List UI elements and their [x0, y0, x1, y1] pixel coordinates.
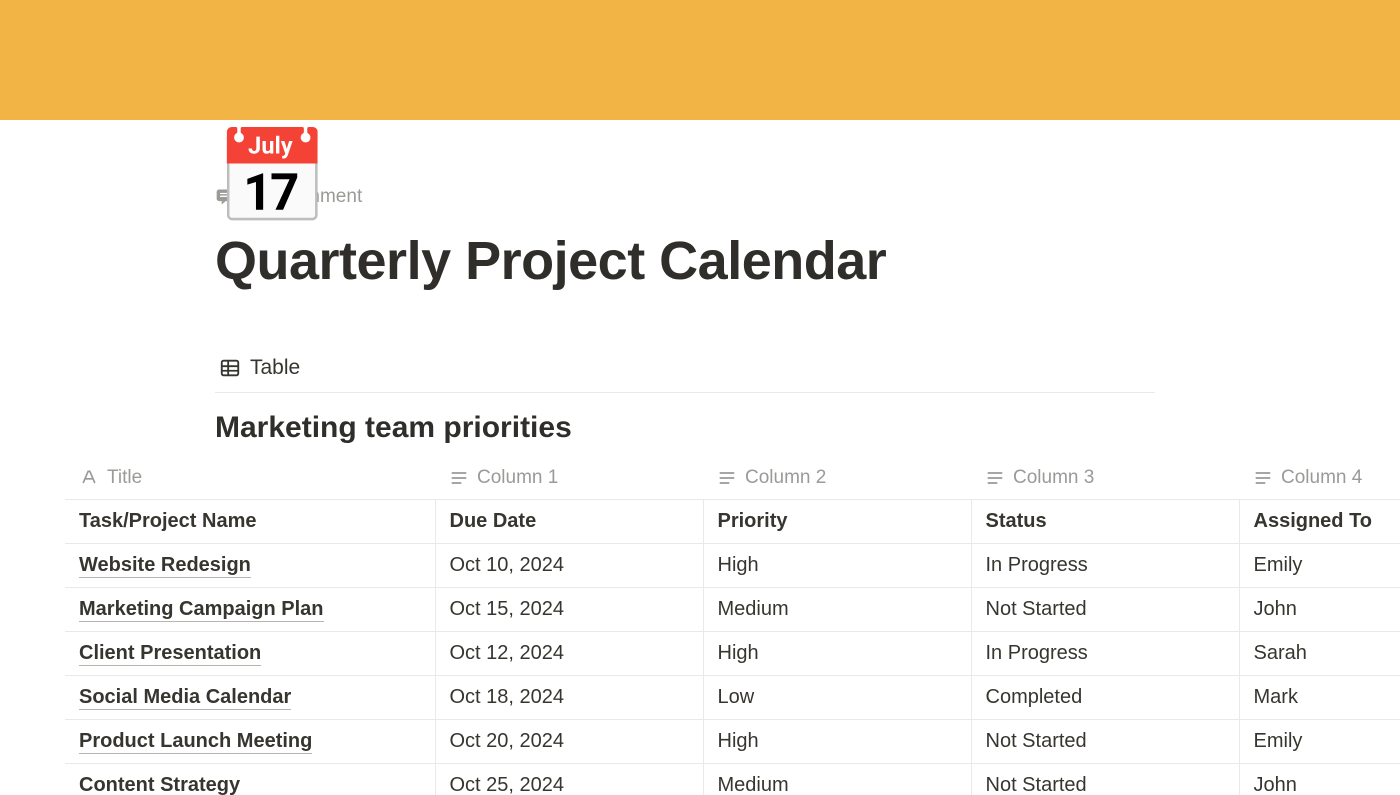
cell-title[interactable]: Marketing Campaign Plan	[65, 588, 435, 632]
cell-column-1[interactable]: Oct 10, 2024	[435, 544, 703, 588]
text-property-icon	[1253, 468, 1273, 488]
cell-column-4[interactable]: Emily	[1239, 720, 1400, 764]
database-table: Title Column 1	[65, 459, 1400, 795]
cell-column-1[interactable]: Oct 25, 2024	[435, 764, 703, 795]
cell-column-1[interactable]: Oct 18, 2024	[435, 676, 703, 720]
cell-column-2[interactable]: Medium	[703, 588, 971, 632]
column-header-4[interactable]: Column 4	[1239, 459, 1400, 500]
cell-column-3[interactable]: In Progress	[971, 632, 1239, 676]
cell-title-text: Task/Project Name	[79, 510, 257, 533]
cell-column-4[interactable]: Emily	[1239, 544, 1400, 588]
column-header-1[interactable]: Column 1	[435, 459, 703, 500]
cell-column-2[interactable]: High	[703, 720, 971, 764]
page-content: 📅 Add comment Quarterly Project Calendar…	[0, 186, 1400, 795]
table-row[interactable]: Marketing Campaign Plan Oct 15, 2024Mediu…	[65, 588, 1400, 632]
table-row[interactable]: Website Redesign Oct 10, 2024HighIn Progr…	[65, 544, 1400, 588]
cell-column-4[interactable]: John	[1239, 588, 1400, 632]
cell-column-3[interactable]: Not Started	[971, 588, 1239, 632]
table-body: Task/Project Name Due DatePriorityStatusA…	[65, 500, 1400, 795]
text-property-icon	[985, 468, 1005, 488]
cell-column-2[interactable]: Priority	[703, 500, 971, 544]
page-banner	[0, 0, 1400, 120]
cell-column-3[interactable]: Completed	[971, 676, 1239, 720]
table-row[interactable]: Social Media Calendar Oct 18, 2024LowComp…	[65, 676, 1400, 720]
cell-column-1[interactable]: Due Date	[435, 500, 703, 544]
title-property-icon	[79, 468, 99, 488]
cell-column-1[interactable]: Oct 15, 2024	[435, 588, 703, 632]
database-title[interactable]: Marketing team priorities	[215, 411, 1360, 445]
column-header-label: Title	[107, 467, 142, 489]
cell-column-3[interactable]: Not Started	[971, 764, 1239, 795]
cell-title[interactable]: Client Presentation	[65, 632, 435, 676]
column-header-row: Title Column 1	[65, 459, 1400, 500]
column-header-label: Column 4	[1281, 467, 1362, 489]
cell-title[interactable]: Product Launch Meeting	[65, 720, 435, 764]
cell-column-3[interactable]: Not Started	[971, 720, 1239, 764]
page-title[interactable]: Quarterly Project Calendar	[215, 230, 1360, 292]
column-header-label: Column 2	[745, 467, 826, 489]
cell-title-text: Social Media Calendar	[79, 686, 291, 710]
view-tab-table[interactable]: Table	[215, 354, 304, 382]
cell-title[interactable]: Task/Project Name	[65, 500, 435, 544]
view-tab-label: Table	[250, 356, 300, 380]
cell-column-2[interactable]: High	[703, 632, 971, 676]
table-icon	[219, 357, 241, 379]
column-header-3[interactable]: Column 3	[971, 459, 1239, 500]
cell-title-text: Website Redesign	[79, 554, 251, 578]
column-header-title[interactable]: Title	[65, 459, 435, 500]
page-icon[interactable]: 📅	[215, 132, 330, 224]
cell-column-3[interactable]: In Progress	[971, 544, 1239, 588]
cell-column-1[interactable]: Oct 20, 2024	[435, 720, 703, 764]
table-row[interactable]: Product Launch Meeting Oct 20, 2024HighNo…	[65, 720, 1400, 764]
cell-column-2[interactable]: Low	[703, 676, 971, 720]
cell-title-text: Client Presentation	[79, 642, 261, 666]
column-header-label: Column 3	[1013, 467, 1094, 489]
column-header-2[interactable]: Column 2	[703, 459, 971, 500]
cell-title[interactable]: Content Strategy	[65, 764, 435, 795]
cell-title[interactable]: Social Media Calendar	[65, 676, 435, 720]
table-row[interactable]: Content Strategy Oct 25, 2024MediumNot St…	[65, 764, 1400, 795]
cell-title-text: Product Launch Meeting	[79, 730, 312, 754]
cell-column-4[interactable]: John	[1239, 764, 1400, 795]
cell-title-text: Content Strategy	[79, 774, 240, 795]
cell-column-4[interactable]: Mark	[1239, 676, 1400, 720]
cell-title[interactable]: Website Redesign	[65, 544, 435, 588]
cell-column-4[interactable]: Sarah	[1239, 632, 1400, 676]
cell-title-text: Marketing Campaign Plan	[79, 598, 324, 622]
cell-column-3[interactable]: Status	[971, 500, 1239, 544]
column-header-label: Column 1	[477, 467, 558, 489]
text-property-icon	[717, 468, 737, 488]
view-tabs: Table	[215, 354, 1155, 393]
cell-column-4[interactable]: Assigned To	[1239, 500, 1400, 544]
table-row[interactable]: Client Presentation Oct 12, 2024HighIn Pr…	[65, 632, 1400, 676]
table-row[interactable]: Task/Project Name Due DatePriorityStatusA…	[65, 500, 1400, 544]
text-property-icon	[449, 468, 469, 488]
cell-column-2[interactable]: Medium	[703, 764, 971, 795]
cell-column-2[interactable]: High	[703, 544, 971, 588]
cell-column-1[interactable]: Oct 12, 2024	[435, 632, 703, 676]
